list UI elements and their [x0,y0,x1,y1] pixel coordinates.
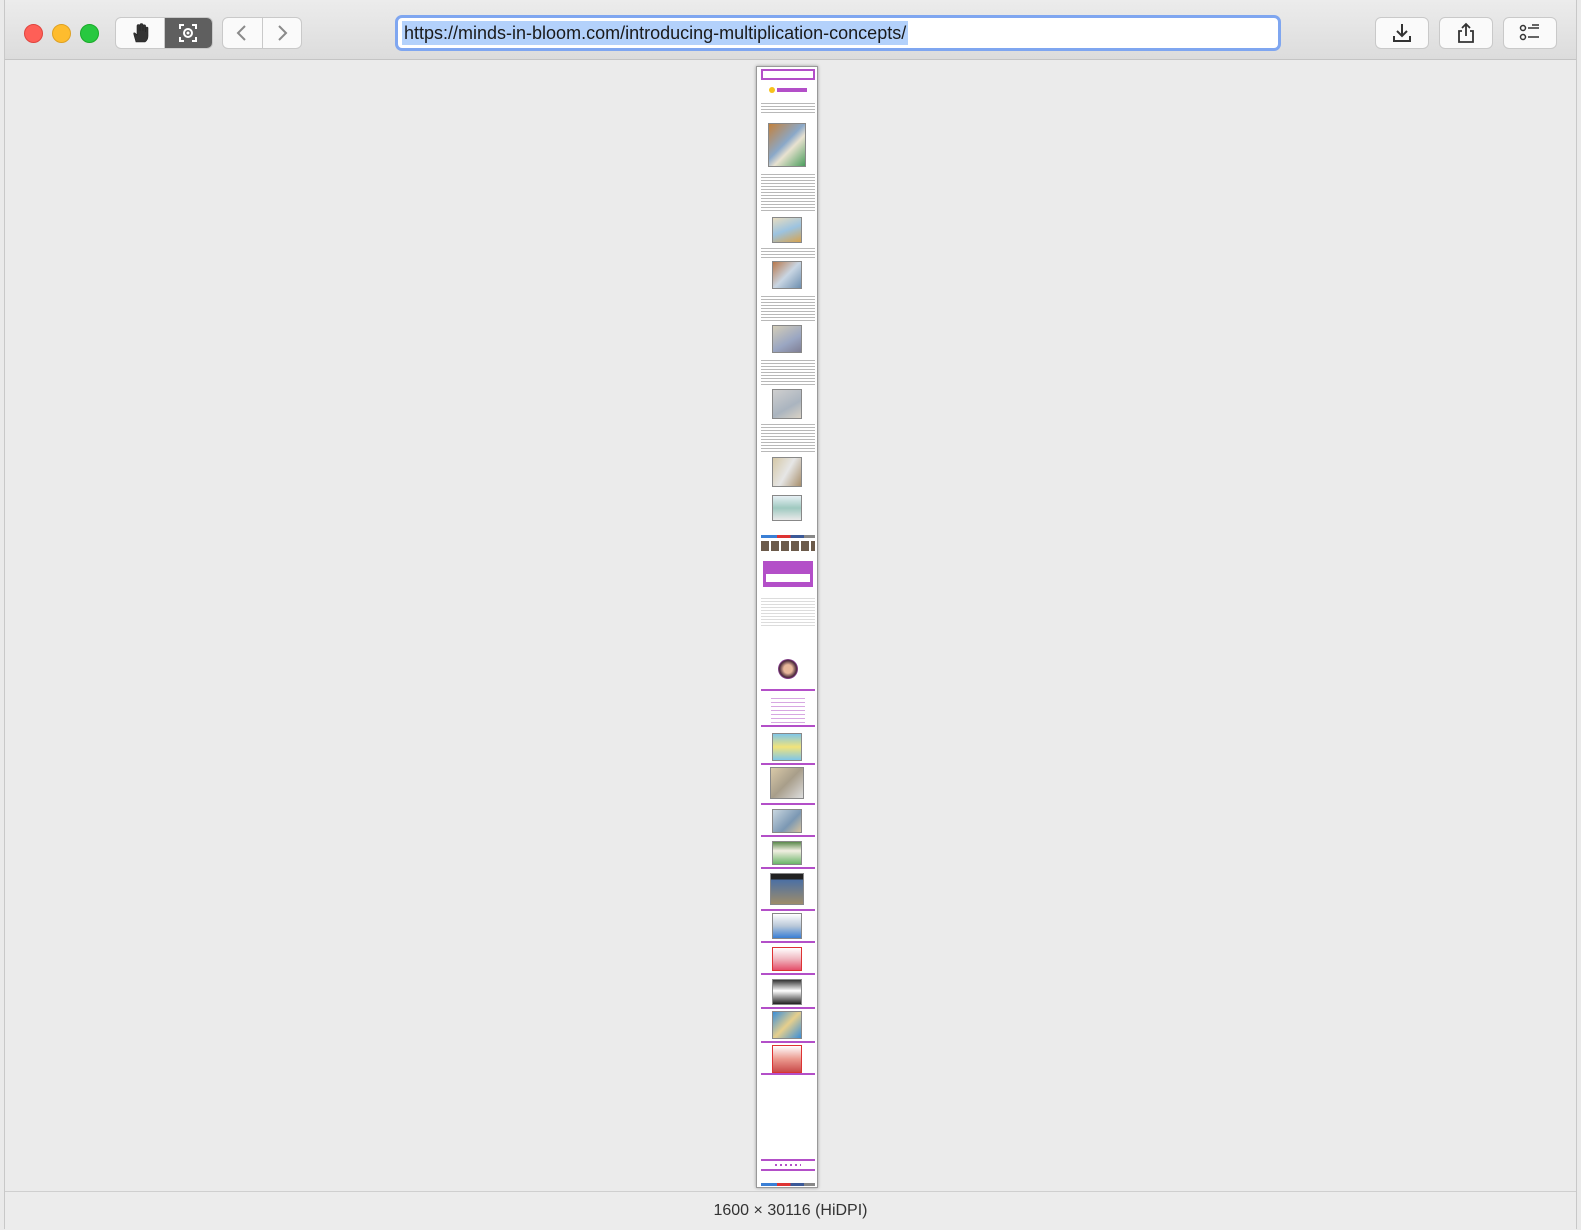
thumbnail-image [772,1045,802,1073]
thumbnail-image [772,913,802,939]
thumbnail-text [761,102,815,114]
thumbnail-text [761,359,815,385]
thumbnail-sidebar-links [771,695,805,723]
thumbnail-divider [761,835,815,837]
thumbnail-image [768,123,806,167]
thumbnail-image [770,767,804,799]
thumbnail-text [761,423,815,453]
thumbnail-image [772,457,802,487]
thumbnail-image [772,947,802,971]
thumbnail-image [772,733,802,761]
page-dimensions-label: 1600 × 30116 (HiDPI) [713,1202,868,1219]
forward-button[interactable] [261,18,301,48]
thumbnail-divider [761,941,815,943]
thumbnail-share-bar [761,535,815,538]
screenshot-tool-button[interactable] [163,18,212,48]
thumbnail-image [770,873,804,905]
close-window-button[interactable] [24,24,43,43]
thumbnail-image [772,1011,802,1039]
thumbnail-header-nav [761,69,815,80]
thumbnail-text [761,247,815,259]
share-button[interactable] [1439,17,1493,49]
thumbnail-image [772,495,802,521]
thumbnail-divider [761,1073,815,1075]
thumbnail-divider [761,973,815,975]
thumbnail-image [772,979,802,1005]
thumbnail-logo [761,84,815,96]
share-icon [1458,22,1474,43]
menu-button[interactable] [1503,17,1557,49]
thumbnail-divider [761,689,815,691]
maximize-window-button[interactable] [80,24,99,43]
thumbnail-text [761,295,815,323]
thumbnail-text [761,173,815,213]
thumbnail-image [772,325,802,353]
thumbnail-image [772,809,802,833]
chevron-left-icon [237,25,247,41]
navigation-segment [222,17,302,49]
thumbnail-image [772,261,802,289]
url-text[interactable]: https://minds-in-bloom.com/introducing-m… [402,21,909,45]
back-button[interactable] [223,18,262,48]
thumbnail-footer-divider [761,1169,815,1171]
thumbnail-related-posts [761,541,815,551]
screenshot-preview-area[interactable] [5,60,1576,1191]
hand-tool-button[interactable] [116,18,164,48]
thumbnail-image [772,389,802,419]
thumbnail-divider [761,867,815,869]
address-bar[interactable]: https://minds-in-bloom.com/introducing-m… [395,15,1281,51]
thumbnail-divider [761,763,815,765]
thumbnail-avatar [778,659,798,679]
download-button[interactable] [1375,17,1429,49]
thumbnail-optin-box [763,561,813,587]
thumbnail-divider [761,803,815,805]
screenshot-icon [179,24,198,42]
status-bar: 1600 × 30116 (HiDPI) [5,1191,1576,1230]
thumbnail-divider [761,909,815,911]
page-thumbnail[interactable] [756,66,818,1188]
download-icon [1393,24,1411,42]
minimize-window-button[interactable] [52,24,71,43]
thumbnail-footer-share-bar [761,1183,815,1186]
hand-icon [133,23,149,43]
chevron-right-icon [278,25,288,41]
thumbnail-divider [761,1007,815,1009]
thumbnail-image [772,841,802,865]
browser-window: https://minds-in-bloom.com/introducing-m… [4,0,1577,1230]
toolbar: https://minds-in-bloom.com/introducing-m… [5,0,1576,60]
thumbnail-footer-divider [761,1159,815,1161]
thumbnail-comment-form [761,597,815,627]
tool-mode-segment [115,17,213,49]
thumbnail-footer-social [775,1164,801,1166]
list-icon [1519,24,1539,41]
thumbnail-image [772,217,802,243]
thumbnail-divider [761,725,815,727]
thumbnail-divider [761,1041,815,1043]
